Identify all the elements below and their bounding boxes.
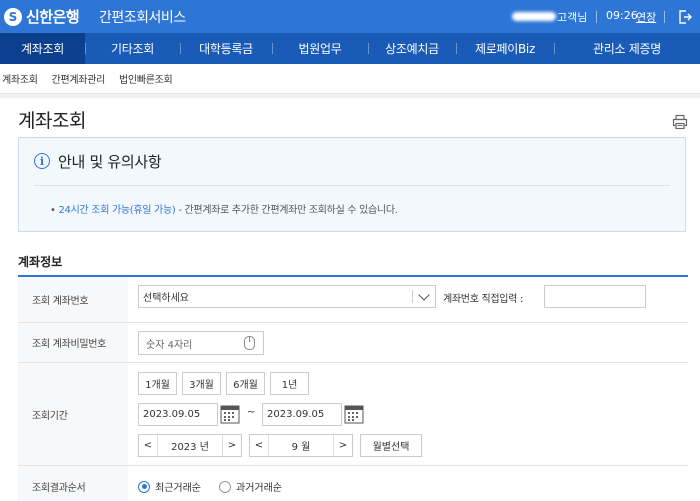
session-timer: 09:26 <box>606 9 638 22</box>
year-value: 2023 년 <box>157 435 223 456</box>
month-select-button[interactable]: 월별선택 <box>360 434 422 457</box>
direct-input-label: 계좌번호 직접입력 : <box>443 294 524 305</box>
section-title: 계좌정보 <box>18 255 63 269</box>
year-next-button[interactable]: > <box>223 440 241 451</box>
period-1-month-button[interactable]: 1개월 <box>138 372 177 395</box>
period-label: 조회기간 <box>18 363 128 465</box>
month-next-button[interactable]: > <box>334 440 352 451</box>
password-placeholder: 숫자 4자리 <box>146 339 193 351</box>
logo-mark-icon: S <box>4 7 22 26</box>
calendar-icon[interactable] <box>220 404 240 424</box>
notice-item: • 24시간 조회 가능(휴일 가능) - 간편계좌로 추가한 간편계좌만 조회… <box>50 201 398 216</box>
account-select[interactable]: 선택하세요 <box>138 285 436 308</box>
period-1-year-button[interactable]: 1년 <box>270 372 309 395</box>
nav-item-zeropay-biz[interactable]: 제로페이Biz <box>456 33 554 64</box>
subnav-item-corporate-quick-inquiry[interactable]: 법인빠른조회 <box>119 71 173 86</box>
user-name-redacted <box>512 12 556 21</box>
notice-title: 안내 및 유의사항 <box>58 153 162 171</box>
radio-selected-icon <box>138 480 150 493</box>
month-stepper: < 9 월 > <box>249 434 353 457</box>
form-row-password: 조회 계좌비밀번호 숫자 4자리 <box>18 323 688 363</box>
page-title: 계좌조회 <box>18 110 86 132</box>
form-row-order: 조회결과순서 최근거래순 과거거래순 <box>18 466 688 501</box>
nav-item-funeral-deposit[interactable]: 상조예치금 <box>368 33 456 64</box>
bank-logo[interactable]: S 신한은행 <box>4 6 80 27</box>
notice-divider <box>34 185 670 186</box>
sub-nav: 계좌조회 간편계좌관리 법인빠른조회 <box>0 64 700 94</box>
user-suffix: 고객님 <box>557 11 588 24</box>
header-separator <box>596 11 597 23</box>
date-range-tilde: ~ <box>247 407 256 418</box>
nav-item-management-certificate[interactable]: 관리소 제증명 <box>554 33 700 64</box>
virtual-keypad-mouse-icon[interactable] <box>244 336 255 350</box>
account-number-label: 조회 계좌번호 <box>18 277 128 322</box>
account-password-label: 조회 계좌비밀번호 <box>18 323 128 362</box>
end-date-input[interactable]: 2023.09.05 <box>262 403 342 426</box>
period-6-month-button[interactable]: 6개월 <box>226 372 265 395</box>
notice-text: - 간편계좌로 추가한 간편계좌만 조회하실 수 있습니다. <box>175 205 398 216</box>
month-value: 9 월 <box>268 435 334 456</box>
logo-text: 신한은행 <box>26 8 80 26</box>
main-nav: 계좌조회 기타조회 대학등록금 법원업무 상조예치금 제로페이Biz 관리소 제… <box>0 33 700 64</box>
order-recent-radio[interactable]: 최근거래순 <box>138 479 201 494</box>
service-title: 간편조회서비스 <box>99 10 186 26</box>
order-past-label: 과거거래순 <box>236 483 282 494</box>
calendar-icon[interactable] <box>344 404 364 424</box>
order-recent-label: 최근거래순 <box>155 483 201 494</box>
header-separator <box>664 11 665 23</box>
logout-icon[interactable] <box>677 9 693 25</box>
account-password-input[interactable]: 숫자 4자리 <box>138 331 264 355</box>
notice-bullet: • <box>50 205 56 216</box>
nav-item-tuition[interactable]: 대학등록금 <box>180 33 272 64</box>
extend-session-button[interactable]: 연장 <box>636 9 656 25</box>
account-number-direct-input[interactable] <box>544 285 646 308</box>
start-date-input[interactable]: 2023.09.05 <box>138 403 218 426</box>
year-prev-button[interactable]: < <box>139 440 157 451</box>
form-row-period: 조회기간 1개월 3개월 6개월 1년 2023.09.05 ~ 2023.09… <box>18 363 688 466</box>
month-prev-button[interactable]: < <box>250 440 268 451</box>
form-row-account: 조회 계좌번호 선택하세요 계좌번호 직접입력 : <box>18 277 688 323</box>
print-icon[interactable] <box>672 114 688 130</box>
top-header: S 신한은행 간편조회서비스 고객님 09:26 연장 <box>0 0 700 33</box>
result-order-label: 조회결과순서 <box>18 466 128 501</box>
subnav-item-account-inquiry[interactable]: 계좌조회 <box>2 71 38 86</box>
radio-unselected-icon <box>219 480 231 493</box>
nav-item-account-inquiry[interactable]: 계좌조회 <box>0 33 85 64</box>
year-stepper: < 2023 년 > <box>138 434 242 457</box>
divider <box>0 94 700 98</box>
chevron-down-icon <box>418 289 430 301</box>
order-past-radio[interactable]: 과거거래순 <box>219 479 282 494</box>
account-select-value: 선택하세요 <box>143 293 189 304</box>
info-icon: i <box>34 153 50 169</box>
subnav-item-simple-account-mgmt[interactable]: 간편계좌관리 <box>52 71 106 86</box>
notice-highlight: 24시간 조회 가능(휴일 가능) <box>58 205 176 216</box>
period-3-month-button[interactable]: 3개월 <box>182 372 221 395</box>
nav-item-other-inquiry[interactable]: 기타조회 <box>85 33 180 64</box>
notice-box: i 안내 및 유의사항 • 24시간 조회 가능(휴일 가능) - 간편계좌로 … <box>18 137 686 232</box>
select-divider <box>412 290 413 303</box>
nav-item-court[interactable]: 법원업무 <box>272 33 368 64</box>
